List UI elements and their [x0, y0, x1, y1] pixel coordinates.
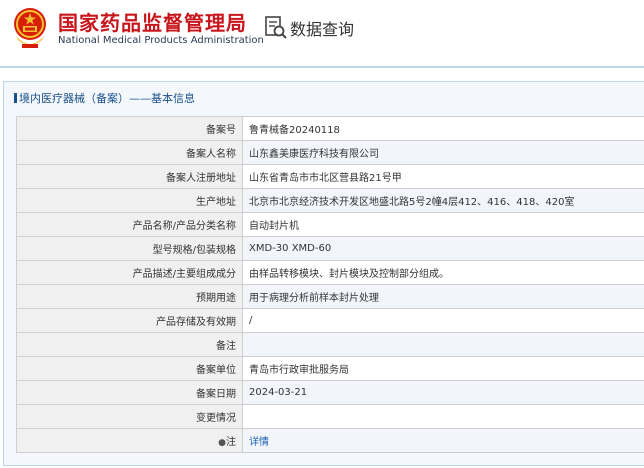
row-value: 自动封片机 — [242, 212, 644, 237]
row-value: 用于病理分析前样本封片处理 — [242, 284, 644, 309]
row-value: 山东鑫美康医疗科技有限公司 — [242, 140, 644, 165]
table-row: 备注 — [16, 332, 644, 357]
row-label: 备注 — [16, 332, 243, 357]
row-label: 备案单位 — [16, 356, 243, 381]
row-value — [242, 332, 644, 357]
row-label: 型号规格/包装规格 — [16, 236, 243, 261]
info-table: 备案号 鲁青械备20240118 备案人名称 山东鑫美康医疗科技有限公司 备案人… — [16, 116, 644, 453]
header-divider — [0, 66, 644, 68]
row-label: 备案日期 — [16, 380, 243, 405]
site-name-cn: 国家药品监督管理局 — [58, 11, 247, 35]
row-value: XMD-30 XMD-60 — [242, 236, 644, 261]
table-row: 生产地址 北京市北京经济技术开发区地盛北路5号2幢4层412、416、418、4… — [16, 188, 644, 213]
table-row: 备案人名称 山东鑫美康医疗科技有限公司 — [16, 140, 644, 165]
row-value: 详情 — [242, 428, 644, 453]
table-row: 备案人注册地址 山东省青岛市市北区营县路21号甲 — [16, 164, 644, 189]
row-value — [242, 404, 644, 429]
row-label: 备案人注册地址 — [16, 164, 243, 189]
info-panel: 境内医疗器械（备案）——基本信息 备案号 鲁青械备20240118 备案人名称 … — [3, 81, 644, 466]
row-value: 2024-03-21 — [242, 380, 644, 405]
page-title: 数据查询 — [290, 20, 355, 39]
table-row: 备案号 鲁青械备20240118 — [16, 116, 644, 141]
table-row: 备案日期 2024-03-21 — [16, 380, 644, 405]
section-title-text: 境内医疗器械（备案）——基本信息 — [19, 92, 195, 105]
row-label: 预期用途 — [16, 284, 243, 309]
details-link[interactable]: 详情 — [249, 437, 269, 448]
table-row: 变更情况 — [16, 404, 644, 429]
site-header: 国家药品监督管理局 National Medical Products Admi… — [0, 0, 644, 56]
table-row: 产品名称/产品分类名称 自动封片机 — [16, 212, 644, 237]
row-label: 生产地址 — [16, 188, 243, 213]
table-row: 产品存储及有效期 / — [16, 308, 644, 333]
row-label: 产品描述/主要组成成分 — [16, 260, 243, 285]
row-label: 产品存储及有效期 — [16, 308, 243, 333]
row-value: 由样品转移模块、封片模块及控制部分组成。 — [242, 260, 644, 285]
site-name-en: National Medical Products Administration — [58, 35, 264, 46]
row-label: 备案号 — [16, 116, 243, 141]
info-bullet-icon: ● — [218, 438, 226, 448]
row-value: 青岛市行政审批服务局 — [242, 356, 644, 381]
table-row: ●注 详情 — [16, 428, 644, 453]
row-value: 北京市北京经济技术开发区地盛北路5号2幢4层412、416、418、420室 — [242, 188, 644, 213]
row-label: 变更情况 — [16, 404, 243, 429]
section-bar-icon — [14, 93, 17, 103]
national-emblem-icon — [14, 8, 46, 48]
row-label: 产品名称/产品分类名称 — [16, 212, 243, 237]
search-document-icon — [265, 16, 287, 39]
row-value: 鲁青械备20240118 — [242, 116, 644, 141]
row-label: 备案人名称 — [16, 140, 243, 165]
row-value: 山东省青岛市市北区营县路21号甲 — [242, 164, 644, 189]
section-title: 境内医疗器械（备案）——基本信息 — [14, 90, 195, 106]
table-row: 型号规格/包装规格 XMD-30 XMD-60 — [16, 236, 644, 261]
table-row: 预期用途 用于病理分析前样本封片处理 — [16, 284, 644, 309]
table-row: 备案单位 青岛市行政审批服务局 — [16, 356, 644, 381]
row-label-text: 注 — [226, 437, 236, 448]
row-value: / — [242, 308, 644, 333]
table-row: 产品描述/主要组成成分 由样品转移模块、封片模块及控制部分组成。 — [16, 260, 644, 285]
row-label-note: ●注 — [16, 428, 243, 453]
